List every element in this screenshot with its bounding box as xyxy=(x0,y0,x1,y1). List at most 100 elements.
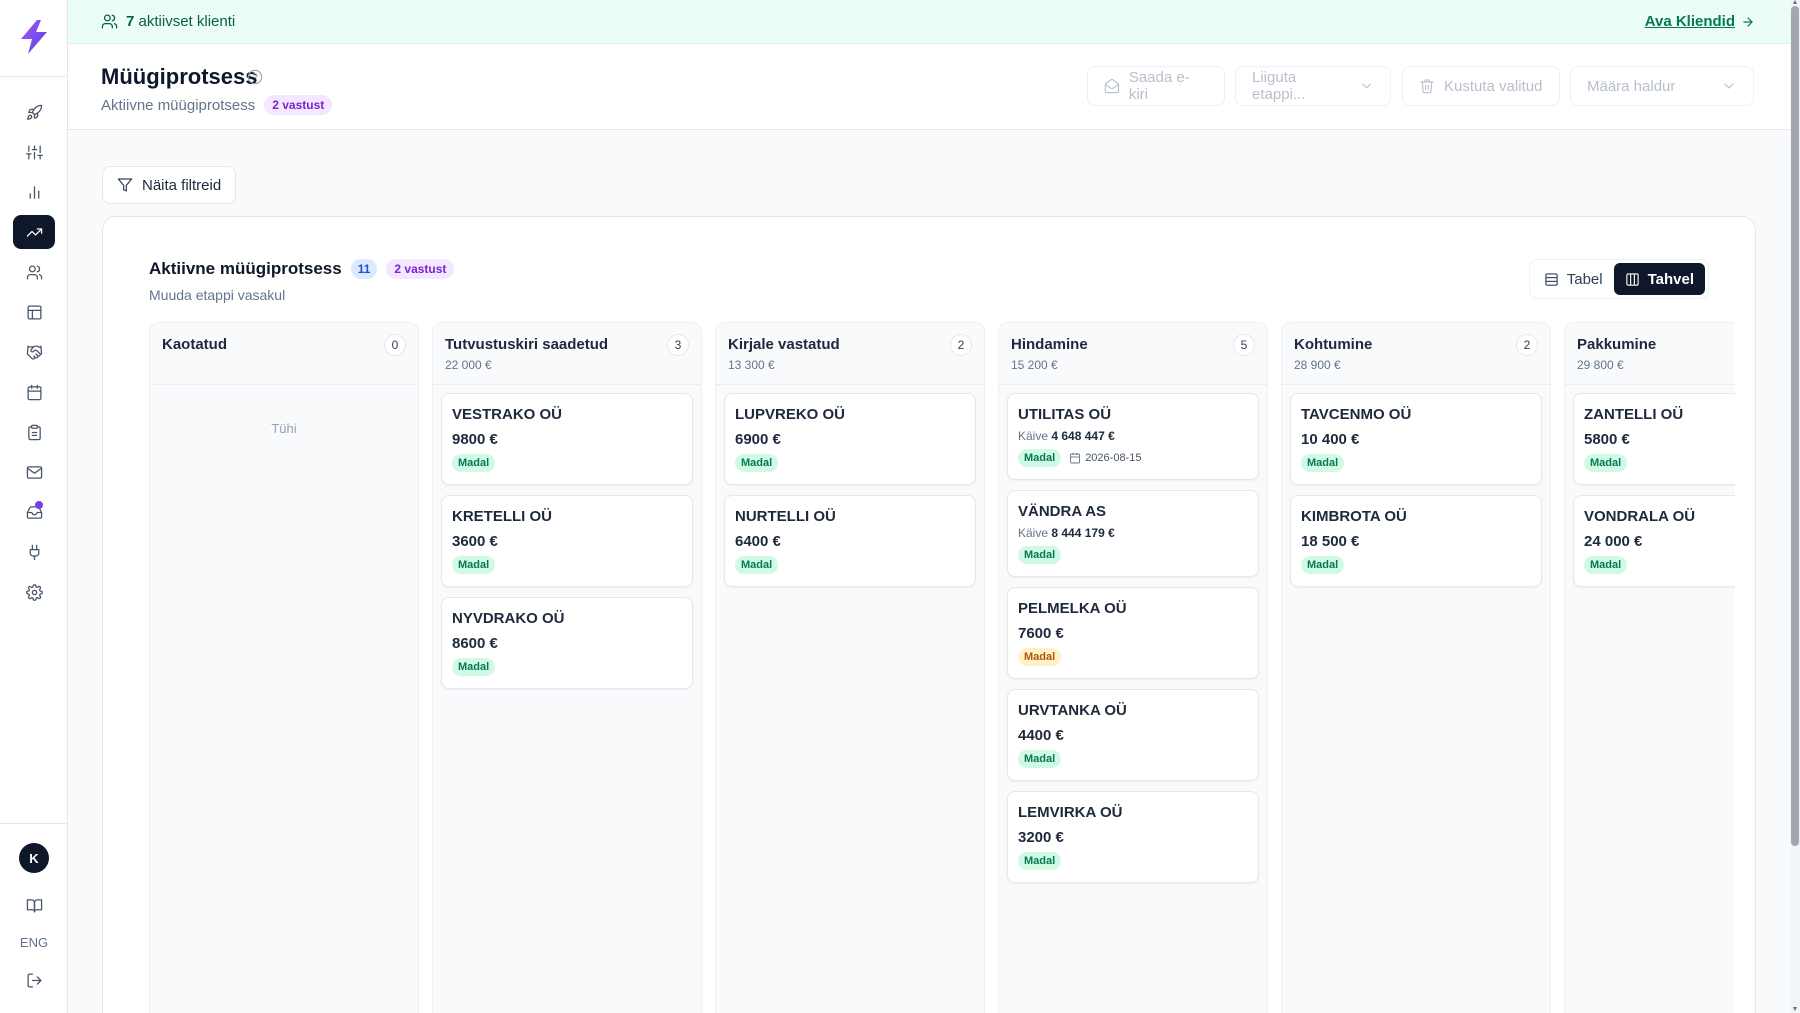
column-count-badge: 0 xyxy=(384,334,406,356)
rocket-icon[interactable] xyxy=(13,95,55,129)
show-filters-button[interactable]: Näita filtreid xyxy=(102,166,237,204)
page-header: Müügiprotsess Aktiivne müügiprotsess 2 v… xyxy=(68,44,1790,130)
column-name: Hindamine xyxy=(1011,336,1088,353)
gear-icon[interactable] xyxy=(13,575,55,609)
deal-card[interactable]: VÄNDRA AS Käive 8 444 179 € Madal xyxy=(1007,490,1259,577)
deal-card[interactable]: VESTRAKO OÜ 9800 € Madal xyxy=(441,393,693,485)
deal-name: VESTRAKO OÜ xyxy=(452,406,563,423)
priority-tag: Madal xyxy=(1018,852,1062,870)
pipeline-column: Kohtumine 28 900 € 2 TAVCENMO OÜ 10 400 € Mad… xyxy=(1281,322,1551,1013)
card-list: ZANTELLI OÜ 5800 € Madal VONDRALA OÜ 24 000 … xyxy=(1565,385,1735,605)
sliders-icon[interactable] xyxy=(13,135,55,169)
avatar[interactable]: K xyxy=(19,843,49,873)
deal-card[interactable]: PELMELKA OÜ 7600 € Madal xyxy=(1007,587,1259,679)
table-view-button[interactable]: Tabel xyxy=(1533,263,1614,295)
help-icon[interactable] xyxy=(247,69,263,85)
inbox-icon[interactable] xyxy=(13,495,55,529)
priority-tag: Madal xyxy=(1018,546,1062,564)
board-title: Aktiivne müügiprotsess xyxy=(149,259,342,278)
deal-amount: 24 000 € xyxy=(1584,533,1643,550)
deal-amount: 7600 € xyxy=(1018,625,1064,642)
book-icon[interactable] xyxy=(13,888,55,922)
tag-row: Madal xyxy=(735,556,965,574)
columns-icon xyxy=(1625,272,1639,286)
deal-name: VÄNDRA AS xyxy=(1018,503,1107,520)
board-view-label: Tahvel xyxy=(1647,270,1694,288)
trending-up-icon[interactable] xyxy=(13,215,55,249)
lightning-logo-icon[interactable] xyxy=(15,18,53,56)
deal-name: ZANTELLI OÜ xyxy=(1584,406,1684,423)
tag-row: Madal xyxy=(452,556,682,574)
column-sum: 13 300 € xyxy=(728,358,775,372)
column-header: Kohtumine 28 900 € 2 xyxy=(1282,323,1550,385)
column-header: Kirjale vastatud 13 300 € 2 xyxy=(716,323,984,385)
move-stage-select[interactable]: Liiguta etappi... xyxy=(1235,66,1391,106)
tag-row: Madal xyxy=(1584,454,1735,472)
column-empty-label: Tühi xyxy=(271,421,297,436)
deal-card[interactable]: VONDRALA OÜ 24 000 € Madal xyxy=(1573,495,1735,587)
plug-icon[interactable] xyxy=(13,535,55,569)
deal-name: LEMVIRKA OÜ xyxy=(1018,804,1123,821)
deal-card[interactable]: ZANTELLI OÜ 5800 € Madal xyxy=(1573,393,1735,485)
delete-selected-button[interactable]: Kustuta valitud xyxy=(1402,66,1560,106)
tag-row: Madal xyxy=(452,454,682,472)
deal-card[interactable]: KRETELLI OÜ 3600 € Madal xyxy=(441,495,693,587)
assign-manager-select[interactable]: Määra haldur xyxy=(1570,66,1754,106)
deal-name: NYVDRAKO OÜ xyxy=(452,610,565,627)
deal-card[interactable]: NURTELLI OÜ 6400 € Madal xyxy=(724,495,976,587)
trash-icon xyxy=(1420,79,1434,94)
users-icon xyxy=(101,14,118,29)
deal-card[interactable]: LEMVIRKA OÜ 3200 € Madal xyxy=(1007,791,1259,883)
calendar-icon[interactable] xyxy=(13,375,55,409)
active-clients-banner: 7 aktiivset klienti Ava Kliendid xyxy=(68,0,1790,44)
tag-row: Madal xyxy=(452,658,682,676)
filter-icon xyxy=(117,178,133,192)
deal-name: LUPVREKO OÜ xyxy=(735,406,846,423)
column-count-badge: 2 xyxy=(950,334,972,356)
open-clients-link[interactable]: Ava Kliendid xyxy=(1645,13,1755,30)
deal-date: 2026-08-15 xyxy=(1069,452,1141,464)
tag-row: Madal xyxy=(735,454,965,472)
pipeline-column: Tutvustuskiri saadetud 22 000 € 3 VESTRAKO … xyxy=(432,322,702,1013)
open-clients-link-label: Ava Kliendid xyxy=(1644,13,1735,30)
clipboard-icon[interactable] xyxy=(13,415,55,449)
chevron-down-icon xyxy=(1724,83,1734,89)
deal-card[interactable]: TAVCENMO OÜ 10 400 € Madal xyxy=(1290,393,1542,485)
move-stage-label: Liiguta etappi... xyxy=(1252,69,1306,103)
bar-chart-icon[interactable] xyxy=(13,175,55,209)
scroll-down-icon[interactable]: ▼ xyxy=(1791,1006,1799,1013)
deal-card[interactable]: LUPVREKO OÜ 6900 € Madal xyxy=(724,393,976,485)
priority-tag: Madal xyxy=(1018,449,1062,467)
notification-dot xyxy=(35,501,43,509)
mail-icon[interactable] xyxy=(13,455,55,489)
card-list: LUPVREKO OÜ 6900 € Madal NURTELLI OÜ 6400 € M… xyxy=(716,385,984,605)
calendar-icon xyxy=(1070,453,1081,464)
board-view-button[interactable]: Tahvel xyxy=(1613,263,1705,295)
pipeline-column: Kirjale vastatud 13 300 € 2 LUPVREKO OÜ 6900… xyxy=(715,322,985,1013)
deal-card[interactable]: NYVDRAKO OÜ 8600 € Madal xyxy=(441,597,693,689)
tag-row: Madal xyxy=(1301,454,1531,472)
page-scrollbar[interactable]: ▲ ▼ xyxy=(1790,0,1800,1013)
users-icon[interactable] xyxy=(13,255,55,289)
handshake-icon[interactable] xyxy=(13,335,55,369)
scroll-thumb[interactable] xyxy=(1791,6,1799,846)
column-name: Pakkumine xyxy=(1577,336,1657,353)
tag-row: Madal xyxy=(1018,852,1248,870)
priority-tag: Madal xyxy=(735,454,779,472)
priority-tag: Madal xyxy=(1018,648,1062,666)
send-email-button[interactable]: Saada e-kiri xyxy=(1087,66,1225,106)
responses-badge: 2 vastust xyxy=(264,95,333,115)
tag-row: Madal 2026-08-15 xyxy=(1018,449,1248,467)
language-switch[interactable]: ENG xyxy=(0,935,68,950)
logout-icon[interactable] xyxy=(13,963,55,997)
column-count-badge: 2 xyxy=(1516,334,1538,356)
table-icon[interactable] xyxy=(13,295,55,329)
deal-card[interactable]: URVTANKA OÜ 4400 € Madal xyxy=(1007,689,1259,781)
pipeline-column: Hindamine 15 200 € 5 UTILITAS OÜ Käive 4 648… xyxy=(998,322,1268,1013)
deal-amount: 18 500 € xyxy=(1301,533,1360,550)
deal-card[interactable]: KIMBROTA OÜ 18 500 € Madal xyxy=(1290,495,1542,587)
column-sum: 15 200 € xyxy=(1011,358,1058,372)
sidebar: K ENG xyxy=(0,0,68,1013)
card-list: UTILITAS OÜ Käive 4 648 447 € Madal 2026-08… xyxy=(999,385,1267,901)
deal-card[interactable]: UTILITAS OÜ Käive 4 648 447 € Madal 2026-08… xyxy=(1007,393,1259,480)
